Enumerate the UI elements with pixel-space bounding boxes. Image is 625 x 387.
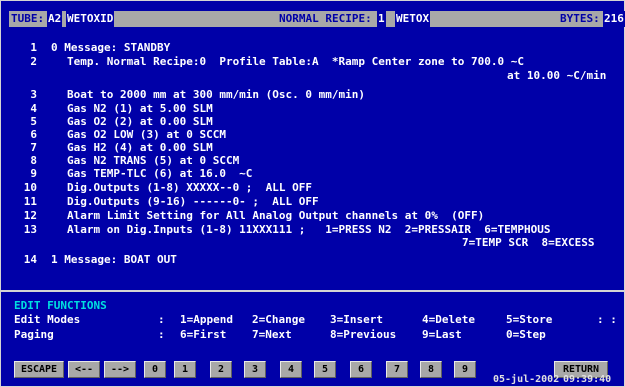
paging-label: Paging	[14, 328, 54, 341]
right-arrow-key[interactable]: -->	[104, 361, 136, 378]
key-7[interactable]: 7	[386, 361, 408, 378]
step-line[interactable]: Gas TEMP-TLC (6) at 16.0 ~C	[67, 167, 252, 180]
step-line[interactable]: Dig.Outputs (9-16) ------0- ; ALL OFF	[67, 195, 319, 208]
edit-functions-title: EDIT FUNCTIONS	[14, 299, 107, 312]
mode-change[interactable]: 2=Change	[252, 313, 305, 326]
step-line[interactable]: Gas H2 (4) at 0.00 SLM	[67, 141, 213, 154]
step-number: 9	[30, 167, 37, 180]
status-date: 05-jul-2002	[493, 374, 560, 385]
step-line[interactable]: Boat to 2000 mm at 300 mm/min (Osc. 0 mm…	[67, 88, 365, 101]
mode-store[interactable]: 5=Store	[506, 313, 552, 326]
recipe-name: WETOX	[395, 11, 431, 27]
step-line[interactable]: Alarm on Dig.Inputs (1-8) 11XXX111 ; 1=P…	[67, 223, 550, 236]
step-number: 7	[30, 141, 37, 154]
step-line-continuation: 7=TEMP SCR 8=EXCESS	[462, 236, 595, 249]
key-2[interactable]: 2	[210, 361, 232, 378]
escape-key[interactable]: ESCAPE	[14, 361, 64, 378]
bytes-label: BYTES:	[560, 12, 600, 25]
step-line[interactable]: Temp. Normal Recipe:0 Profile Table:A *R…	[67, 55, 524, 68]
step-number: 10	[23, 181, 37, 194]
key-1[interactable]: 1	[174, 361, 196, 378]
step-number: 14	[23, 253, 37, 266]
divider	[0, 290, 625, 292]
status-header: TUBE: A2 WETOXID NORMAL RECIPE: 1 WETOX …	[9, 11, 625, 27]
step-line[interactable]: Gas O2 LOW (3) at 0 SCCM	[67, 128, 226, 141]
edit-modes-colon: :	[158, 313, 165, 326]
step-number: 4	[30, 102, 37, 115]
page-step[interactable]: 0=Step	[506, 328, 546, 341]
step-number: 12	[23, 209, 37, 222]
step-line[interactable]: Alarm Limit Setting for All Analog Outpu…	[67, 209, 484, 222]
step-number: 2	[30, 55, 37, 68]
step-number: 6	[30, 128, 37, 141]
key-5[interactable]: 5	[314, 361, 336, 378]
step-number: 11	[23, 195, 37, 208]
mode-append[interactable]: 1=Append	[180, 313, 233, 326]
page-first[interactable]: 6=First	[180, 328, 226, 341]
step-line[interactable]: 0 Message: STANDBY	[51, 41, 170, 54]
tube-name: WETOXID	[66, 11, 115, 27]
page-next[interactable]: 7=Next	[252, 328, 292, 341]
step-line-continuation: at 10.00 ~C/min	[507, 69, 607, 82]
step-number: 13	[23, 223, 37, 236]
tube-value: A2	[47, 11, 63, 27]
status-time: 09:39:40	[563, 374, 612, 385]
mode-delete[interactable]: 4=Delete	[422, 313, 475, 326]
mode-insert[interactable]: 3=Insert	[330, 313, 383, 326]
paging-colon: :	[158, 328, 165, 341]
step-line[interactable]: Gas O2 (2) at 0.00 SLM	[67, 115, 213, 128]
key-9[interactable]: 9	[454, 361, 476, 378]
tube-label: TUBE:	[11, 12, 45, 25]
edit-modes-label: Edit Modes	[14, 313, 81, 326]
key-3[interactable]: 3	[244, 361, 266, 378]
step-number: 8	[30, 154, 37, 167]
step-line[interactable]: Dig.Outputs (1-8) XXXXX--0 ; ALL OFF	[67, 181, 312, 194]
mode-extra: : :	[597, 313, 617, 326]
step-line[interactable]: Gas N2 (1) at 5.00 SLM	[67, 102, 213, 115]
recipe-label: NORMAL RECIPE:	[279, 12, 372, 25]
recipe-value: 1	[377, 11, 386, 27]
step-number: 1	[30, 41, 37, 54]
key-4[interactable]: 4	[280, 361, 302, 378]
step-line[interactable]: 1 Message: BOAT OUT	[51, 253, 177, 266]
page-previous[interactable]: 8=Previous	[330, 328, 396, 341]
key-0[interactable]: 0	[144, 361, 166, 378]
left-arrow-key[interactable]: <--	[68, 361, 100, 378]
step-number: 3	[30, 88, 37, 101]
page-last[interactable]: 9=Last	[422, 328, 462, 341]
step-number: 5	[30, 115, 37, 128]
key-8[interactable]: 8	[420, 361, 442, 378]
step-line[interactable]: Gas N2 TRANS (5) at 0 SCCM	[67, 154, 239, 167]
key-6[interactable]: 6	[350, 361, 372, 378]
bytes-value: 216	[603, 11, 625, 27]
